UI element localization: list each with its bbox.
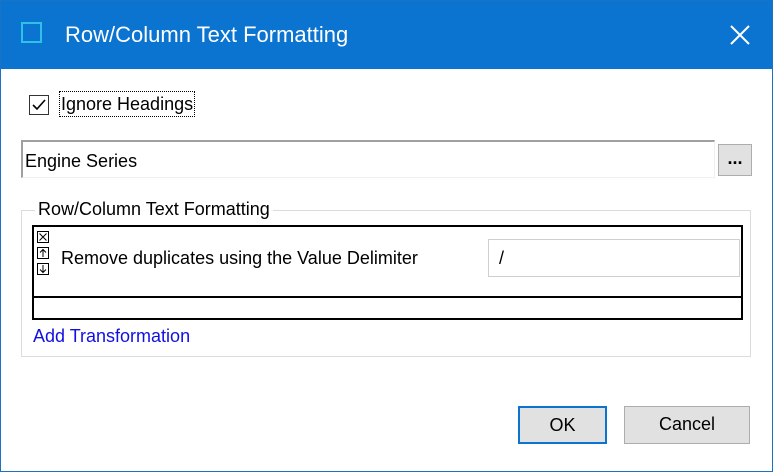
remove-x-icon xyxy=(39,233,47,241)
arrow-down-icon xyxy=(39,265,47,274)
cancel-button[interactable]: Cancel xyxy=(624,406,750,444)
close-icon xyxy=(730,25,750,45)
ignore-headings-checkbox[interactable] xyxy=(29,95,49,115)
value-delimiter-input[interactable] xyxy=(488,239,740,277)
field-value: Engine Series xyxy=(25,151,138,171)
dialog-body: Ignore Headings Engine Series ... Row/Co… xyxy=(1,69,772,471)
checkmark-icon xyxy=(32,99,46,111)
arrow-up-icon xyxy=(39,248,47,257)
list-divider xyxy=(34,296,741,298)
title-bar: Row/Column Text Formatting xyxy=(1,1,772,69)
add-transformation-link[interactable]: Add Transformation xyxy=(33,325,190,347)
move-up-button[interactable] xyxy=(37,247,49,259)
group-legend: Row/Column Text Formatting xyxy=(35,198,273,220)
dialog-title: Row/Column Text Formatting xyxy=(65,22,349,47)
remove-transformation-button[interactable] xyxy=(37,231,49,243)
ok-button[interactable]: OK xyxy=(518,406,607,444)
dialog-window: Row/Column Text Formatting Ignore Headin… xyxy=(0,0,773,472)
close-button[interactable] xyxy=(708,1,772,69)
browse-button[interactable]: ... xyxy=(718,144,752,176)
window-icon xyxy=(21,22,42,43)
move-down-button[interactable] xyxy=(37,263,49,275)
transformation-list: Remove duplicates using the Value Delimi… xyxy=(32,225,743,320)
ignore-headings-label[interactable]: Ignore Headings xyxy=(59,91,196,117)
field-input[interactable]: Engine Series xyxy=(21,140,715,178)
transformation-label: Remove duplicates using the Value Delimi… xyxy=(61,248,418,268)
